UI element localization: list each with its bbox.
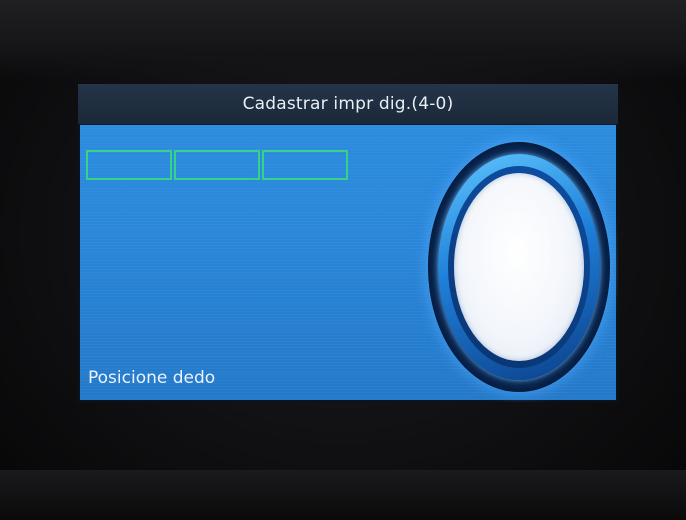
lcd-screen: Cadastrar impr dig.(4-0) Posicione dedo xyxy=(78,84,618,402)
bezel-top xyxy=(0,0,686,80)
page-title: Cadastrar impr dig.(4-0) xyxy=(242,94,454,114)
title-bar: Cadastrar impr dig.(4-0) xyxy=(78,84,618,125)
sensor-pad xyxy=(454,173,584,361)
bezel-bottom xyxy=(0,470,686,520)
status-message: Posicione dedo xyxy=(88,368,216,388)
progress-step-2 xyxy=(174,150,260,180)
fingerprint-sensor-icon xyxy=(428,142,610,392)
progress-step-1 xyxy=(86,150,172,180)
device-frame: Cadastrar impr dig.(4-0) Posicione dedo xyxy=(0,0,686,520)
progress-step-3 xyxy=(262,150,348,180)
enrollment-progress xyxy=(86,150,348,180)
